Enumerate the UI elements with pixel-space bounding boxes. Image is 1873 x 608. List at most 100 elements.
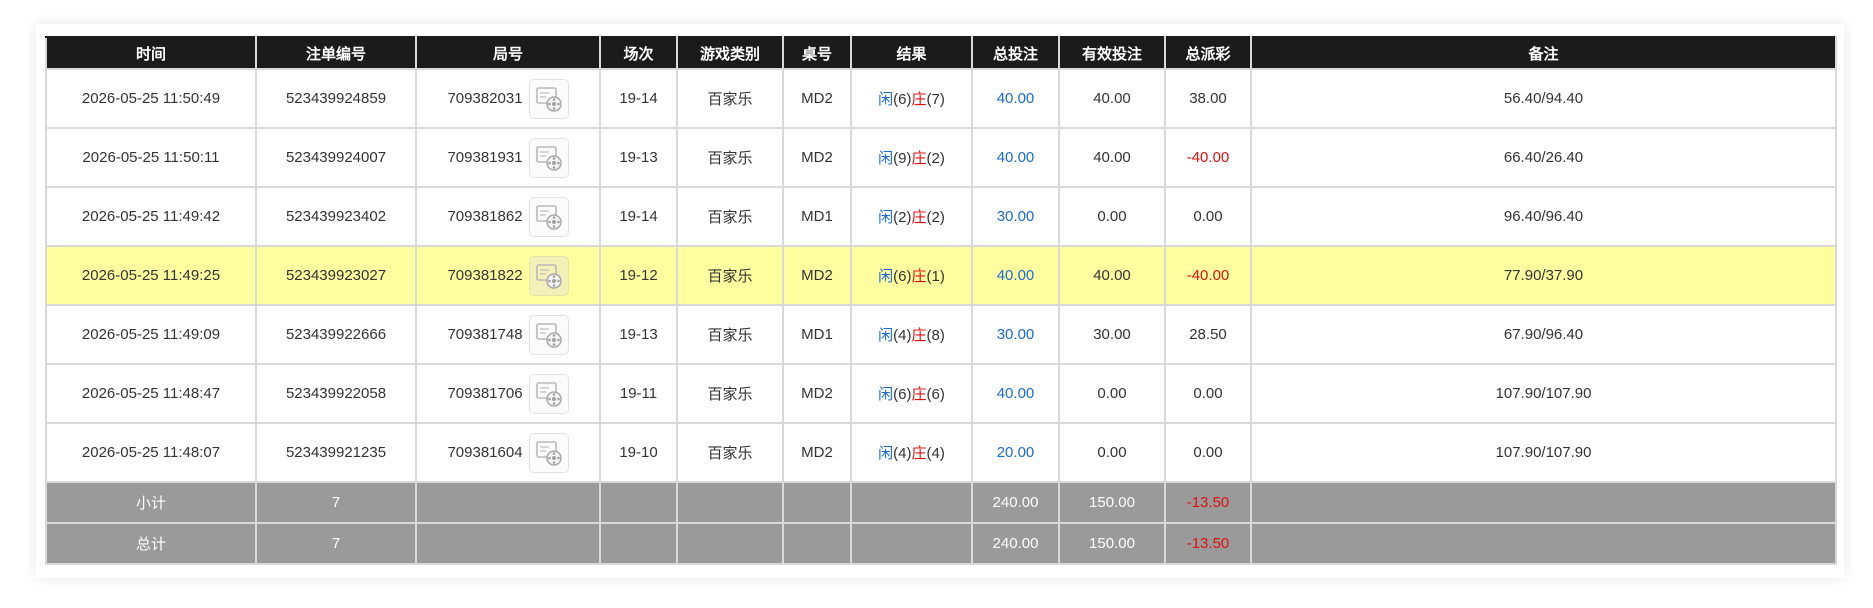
- result-banker-score: (7): [926, 91, 945, 108]
- cell-bet-no: 523439923402: [255, 186, 417, 247]
- subtotal-payout: -13.50: [1164, 481, 1252, 524]
- cell-bet-no: 523439921235: [255, 422, 417, 483]
- cell-shoe: 19-10: [599, 422, 678, 483]
- col-header-result[interactable]: 结果: [850, 36, 973, 70]
- result-banker-score: (2): [926, 209, 945, 226]
- grand-total-row: 总计 7 240.00 150.00 -13.50: [45, 522, 1837, 565]
- result-banker-label: 庄: [911, 445, 927, 462]
- result-player-label: 闲: [878, 91, 894, 108]
- subtotal-label: 小计: [45, 481, 257, 524]
- result-banker-score: (2): [926, 150, 945, 167]
- cell-result: 闲(6)庄(6): [850, 363, 973, 424]
- table-row[interactable]: 2026-05-25 11:50:11 523439924007 709381931…: [45, 127, 1837, 188]
- table-row[interactable]: 2026-05-25 11:49:42 523439923402 709381862…: [45, 186, 1837, 247]
- grand-total-empty: [1250, 522, 1837, 565]
- grand-total-count: 7: [255, 522, 417, 565]
- round-number: 709382031: [447, 90, 523, 107]
- result-banker-label: 庄: [911, 268, 927, 285]
- cell-time: 2026-05-25 11:49:42: [45, 186, 257, 247]
- cell-result: 闲(2)庄(2): [850, 186, 973, 247]
- cell-shoe: 19-13: [599, 304, 678, 365]
- table-row[interactable]: 2026-05-25 11:48:47 523439922058 709381706…: [45, 363, 1837, 424]
- round-number: 709381706: [447, 385, 523, 402]
- cell-result: 闲(6)庄(1): [850, 245, 973, 306]
- cell-result: 闲(9)庄(2): [850, 127, 973, 188]
- subtotal-empty: [850, 481, 973, 524]
- video-replay-icon[interactable]: [528, 78, 569, 119]
- cell-game: 百家乐: [676, 363, 784, 424]
- table-row[interactable]: 2026-05-25 11:49:25 523439923027 709381822…: [45, 245, 1837, 306]
- grand-total-empty: [676, 522, 784, 565]
- result-banker-label: 庄: [911, 91, 927, 108]
- result-banker-label: 庄: [911, 327, 927, 344]
- video-replay-icon[interactable]: [528, 314, 569, 355]
- cell-payout: -40.00: [1164, 127, 1252, 188]
- cell-table: MD2: [782, 68, 852, 129]
- result-player-label: 闲: [878, 445, 894, 462]
- cell-bet-no: 523439923027: [255, 245, 417, 306]
- result-banker-label: 庄: [911, 209, 927, 226]
- cell-round: 709381706: [415, 363, 601, 424]
- col-header-table[interactable]: 桌号: [782, 36, 852, 70]
- cell-time: 2026-05-25 11:49:09: [45, 304, 257, 365]
- round-number: 709381931: [447, 149, 523, 166]
- subtotal-total-bet: 240.00: [971, 481, 1060, 524]
- col-header-remark[interactable]: 备注: [1250, 36, 1837, 70]
- cell-round: 709381931: [415, 127, 601, 188]
- table-row[interactable]: 2026-05-25 11:49:09 523439922666 709381748…: [45, 304, 1837, 365]
- cell-time: 2026-05-25 11:49:25: [45, 245, 257, 306]
- grand-total-empty: [415, 522, 601, 565]
- video-replay-icon[interactable]: [528, 373, 569, 414]
- cell-game: 百家乐: [676, 245, 784, 306]
- video-replay-icon[interactable]: [528, 255, 569, 296]
- col-header-payout[interactable]: 总派彩: [1164, 36, 1252, 70]
- grand-total-valid-bet: 150.00: [1058, 522, 1166, 565]
- result-player-label: 闲: [878, 150, 894, 167]
- result-player-label: 闲: [878, 209, 894, 226]
- cell-payout: 28.50: [1164, 304, 1252, 365]
- result-banker-score: (4): [926, 445, 945, 462]
- cell-total-bet: 30.00: [971, 186, 1060, 247]
- cell-payout: 0.00: [1164, 186, 1252, 247]
- cell-remark: 67.90/96.40: [1250, 304, 1837, 365]
- cell-table: MD2: [782, 363, 852, 424]
- cell-table: MD2: [782, 127, 852, 188]
- video-replay-icon[interactable]: [528, 196, 569, 237]
- cell-shoe: 19-11: [599, 363, 678, 424]
- cell-game: 百家乐: [676, 127, 784, 188]
- subtotal-empty: [676, 481, 784, 524]
- subtotal-empty: [415, 481, 601, 524]
- subtotal-empty: [1250, 481, 1837, 524]
- result-banker-score: (6): [926, 386, 945, 403]
- cell-table: MD1: [782, 186, 852, 247]
- cell-payout: -40.00: [1164, 245, 1252, 306]
- video-replay-icon[interactable]: [528, 432, 569, 473]
- result-player-score: (6): [893, 386, 912, 403]
- subtotal-row: 小计 7 240.00 150.00 -13.50: [45, 481, 1837, 524]
- cell-time: 2026-05-25 11:48:07: [45, 422, 257, 483]
- result-player-score: (4): [893, 445, 912, 462]
- col-header-total-bet[interactable]: 总投注: [971, 36, 1060, 70]
- cell-total-bet: 40.00: [971, 68, 1060, 129]
- cell-valid-bet: 40.00: [1058, 127, 1166, 188]
- col-header-time[interactable]: 时间: [45, 36, 257, 70]
- cell-table: MD2: [782, 422, 852, 483]
- col-header-game[interactable]: 游戏类别: [676, 36, 784, 70]
- cell-valid-bet: 0.00: [1058, 186, 1166, 247]
- col-header-bet-no[interactable]: 注单编号: [255, 36, 417, 70]
- cell-remark: 107.90/107.90: [1250, 422, 1837, 483]
- col-header-round[interactable]: 局号: [415, 36, 601, 70]
- table-header-row: 时间 注单编号 局号 场次 游戏类别 桌号 结果 总投注 有效投注 总派彩 备注: [45, 36, 1837, 70]
- col-header-valid-bet[interactable]: 有效投注: [1058, 36, 1166, 70]
- table-row[interactable]: 2026-05-25 11:50:49 523439924859 709382031…: [45, 68, 1837, 129]
- cell-remark: 56.40/94.40: [1250, 68, 1837, 129]
- cell-round: 709381822: [415, 245, 601, 306]
- result-player-score: (6): [893, 268, 912, 285]
- video-replay-icon[interactable]: [528, 137, 569, 178]
- cell-remark: 107.90/107.90: [1250, 363, 1837, 424]
- cell-round: 709381604: [415, 422, 601, 483]
- col-header-shoe[interactable]: 场次: [599, 36, 678, 70]
- table-row[interactable]: 2026-05-25 11:48:07 523439921235 709381604…: [45, 422, 1837, 483]
- cell-payout: 0.00: [1164, 422, 1252, 483]
- cell-payout: 0.00: [1164, 363, 1252, 424]
